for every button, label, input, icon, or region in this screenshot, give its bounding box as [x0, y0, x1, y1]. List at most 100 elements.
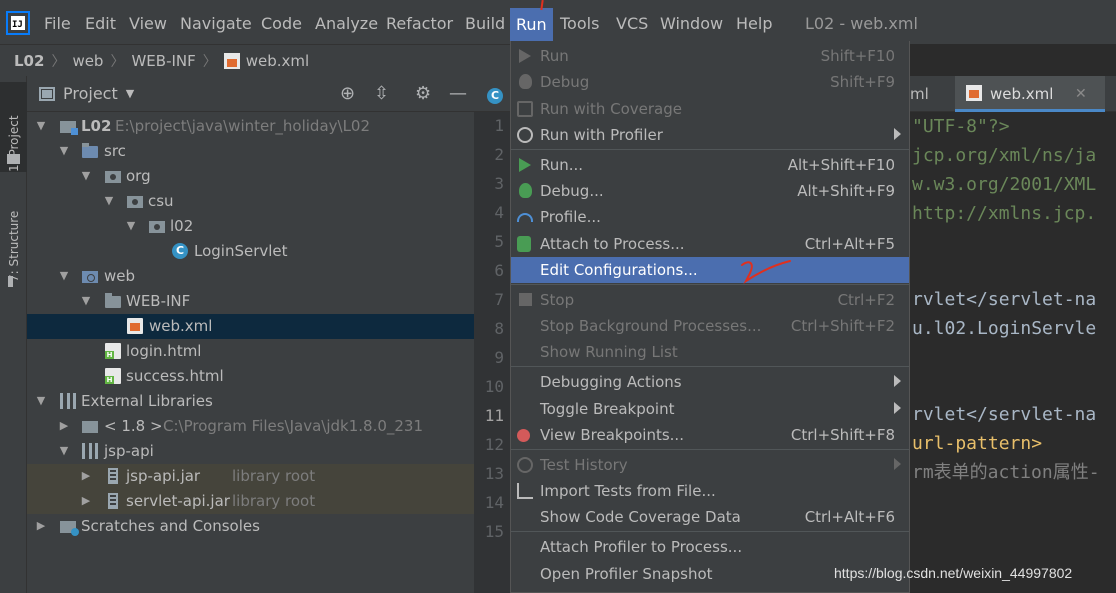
tree-node-l02[interactable]: ▼ l02	[27, 214, 474, 239]
tree-node-login-html[interactable]: login.html	[27, 339, 474, 364]
tree-node-scratches[interactable]: ▶ Scratches and Consoles	[27, 514, 474, 539]
line-number: 14	[484, 493, 504, 512]
line-number: 11	[484, 406, 504, 425]
menu-item-debugging-actions[interactable]: Debugging Actions	[511, 369, 909, 395]
class-icon[interactable]: C	[487, 88, 503, 104]
menu-item-show-coverage-data[interactable]: Show Code Coverage Data Ctrl+Alt+F6	[511, 504, 909, 530]
tree-node-external-libraries[interactable]: ▼ External Libraries	[27, 389, 474, 414]
locate-icon[interactable]: ⊕	[340, 84, 355, 104]
tree-node-csu[interactable]: ▼ csu	[27, 189, 474, 214]
menu-item-import-tests[interactable]: Import Tests from File...	[511, 478, 909, 504]
tree-node-success-html[interactable]: success.html	[27, 364, 474, 389]
menu-item-debug-dialog[interactable]: Debug... Alt+Shift+F9	[511, 178, 909, 204]
breadcrumb-web-inf[interactable]: WEB-INF	[131, 52, 195, 70]
code-line: jcp.org/xml/ns/ja	[912, 145, 1097, 166]
menu-item-attach-profiler[interactable]: Attach Profiler to Process...	[511, 534, 909, 560]
menu-item-label: Stop Background Processes...	[540, 317, 762, 335]
tree-node-web-xml[interactable]: web.xml	[27, 314, 474, 339]
tree-node-web[interactable]: ▼ web	[27, 264, 474, 289]
breadcrumb-project[interactable]: L02	[14, 52, 44, 70]
menu-item-show-running-list[interactable]: Show Running List	[511, 339, 909, 365]
menu-item-stop-background[interactable]: Stop Background Processes... Ctrl+Shift+…	[511, 313, 909, 339]
chevron-down-icon[interactable]: ▼	[103, 192, 115, 210]
menu-item-run-with-coverage[interactable]: Run with Coverage	[511, 96, 909, 122]
tree-node-tag: library root	[232, 492, 316, 510]
tree-node-org[interactable]: ▼ org	[27, 164, 474, 189]
window-title: L02 - web.xml	[805, 14, 918, 33]
structure-tool-tab[interactable]: 7: Structure	[0, 192, 27, 282]
menu-item-view-breakpoints[interactable]: View Breakpoints... Ctrl+Shift+F8	[511, 422, 909, 448]
menu-analyze[interactable]: Analyze	[315, 12, 378, 36]
chevron-down-icon[interactable]: ▼	[58, 442, 70, 460]
menu-edit[interactable]: Edit	[85, 12, 116, 36]
menu-run[interactable]: Run	[510, 8, 553, 41]
menu-item-debug[interactable]: Debug Shift+F9	[511, 69, 909, 95]
menu-item-edit-configurations[interactable]: Edit Configurations...	[511, 257, 909, 283]
menu-item-stop[interactable]: Stop Ctrl+F2	[511, 287, 909, 313]
tree-node-jdk[interactable]: ▶ < 1.8 > C:\Program Files\Java\jdk1.8.0…	[27, 414, 474, 439]
editor-tab-previous[interactable]: ml	[910, 84, 929, 104]
menu-item-test-history[interactable]: Test History	[511, 452, 909, 478]
close-icon[interactable]: ✕	[1075, 84, 1087, 104]
chevron-down-icon[interactable]: ▼	[125, 217, 137, 235]
menu-item-run-dialog[interactable]: Run... Alt+Shift+F10	[511, 152, 909, 178]
menu-view[interactable]: View	[129, 12, 167, 36]
menu-vcs[interactable]: VCS	[616, 12, 648, 36]
menu-build[interactable]: Build	[465, 12, 505, 36]
menu-item-label: Show Code Coverage Data	[540, 508, 741, 526]
chevron-down-icon[interactable]: ▼	[80, 167, 92, 185]
tree-node-jsp-api-jar[interactable]: ▶ jsp-api.jar library root	[27, 464, 474, 489]
tree-node-label: success.html	[126, 367, 224, 385]
chevron-down-icon[interactable]: ▼	[80, 292, 92, 310]
chevron-right-icon[interactable]: ▶	[35, 517, 47, 535]
menu-tools[interactable]: Tools	[560, 12, 599, 36]
gear-icon[interactable]: ⚙	[415, 84, 431, 104]
project-window-icon	[39, 86, 55, 101]
tree-node-servlet-api-jar[interactable]: ▶ servlet-api.jar library root	[27, 489, 474, 514]
breadcrumb-web[interactable]: web	[72, 52, 103, 70]
tree-node-src[interactable]: ▼ src	[27, 139, 474, 164]
tree-node-label: org	[126, 167, 151, 185]
collapse-all-icon[interactable]: ⇳	[374, 84, 389, 104]
menu-item-attach-to-process[interactable]: Attach to Process... Ctrl+Alt+F5	[511, 231, 909, 257]
breadcrumb: L02 〉 web 〉 WEB-INF 〉 web.xml	[0, 44, 510, 76]
menu-item-label: Stop	[540, 291, 575, 309]
menu-item-profile[interactable]: Profile...	[511, 204, 909, 230]
chevron-down-icon[interactable]: ▼	[35, 117, 47, 135]
chevron-down-icon[interactable]: ▼	[35, 392, 47, 410]
tree-node-label: LoginServlet	[194, 242, 288, 260]
tree-node-loginservlet[interactable]: C LoginServlet	[27, 239, 474, 264]
breadcrumb-separator-icon: 〉	[110, 53, 125, 70]
hide-icon[interactable]: —	[449, 84, 467, 104]
menu-code[interactable]: Code	[261, 12, 302, 36]
code-editor[interactable]: "UTF-8"?> jcp.org/xml/ns/ja w.w3.org/200…	[910, 112, 1116, 593]
menu-window[interactable]: Window	[660, 12, 723, 36]
menu-item-run[interactable]: Run Shift+F10	[511, 43, 909, 69]
tree-node-module[interactable]: ▼ L02 E:\project\java\winter_holiday\L02	[27, 114, 474, 139]
tree-node-web-inf[interactable]: ▼ WEB-INF	[27, 289, 474, 314]
line-number: 1	[494, 116, 504, 135]
tree-node-jsp-api[interactable]: ▼ jsp-api	[27, 439, 474, 464]
breadcrumb-web-xml[interactable]: web.xml	[246, 52, 309, 70]
project-view-selector[interactable]: Project ▼	[39, 84, 134, 103]
editor-tab-web-xml[interactable]: web.xml ✕	[955, 76, 1105, 112]
chevron-right-icon[interactable]: ▶	[80, 467, 92, 485]
menu-refactor[interactable]: Refactor	[386, 12, 453, 36]
submenu-arrow-icon	[894, 128, 901, 140]
line-number: 13	[484, 464, 504, 483]
menu-item-shortcut: Shift+F10	[820, 47, 895, 65]
import-icon	[517, 483, 533, 499]
tree-node-label: WEB-INF	[126, 292, 191, 310]
menu-help[interactable]: Help	[736, 12, 772, 36]
code-line: "UTF-8"?>	[912, 116, 1010, 137]
menu-item-run-with-profiler[interactable]: Run with Profiler	[511, 122, 909, 148]
chevron-right-icon[interactable]: ▶	[58, 417, 70, 435]
menu-item-label: Import Tests from File...	[540, 482, 716, 500]
chevron-down-icon[interactable]: ▼	[58, 267, 70, 285]
menu-navigate[interactable]: Navigate	[180, 12, 252, 36]
menu-item-toggle-breakpoint[interactable]: Toggle Breakpoint	[511, 396, 909, 422]
menu-file[interactable]: File	[44, 12, 71, 36]
chevron-down-icon[interactable]: ▼	[58, 142, 70, 160]
profile-gauge-icon	[517, 213, 533, 222]
chevron-right-icon[interactable]: ▶	[80, 492, 92, 510]
